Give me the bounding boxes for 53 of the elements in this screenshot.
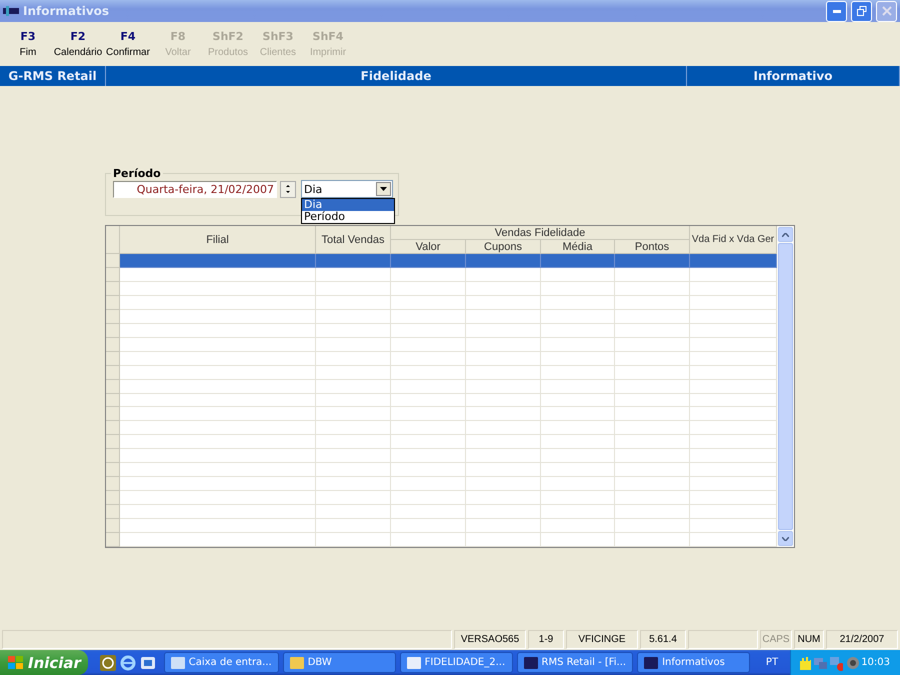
scroll-up-icon[interactable] bbox=[782, 232, 789, 236]
toolbar-button[interactable]: F3 Fim bbox=[3, 30, 53, 66]
column-group-header: Vendas Fidelidade bbox=[391, 226, 690, 240]
status-panel: 1-9 bbox=[528, 630, 564, 649]
date-field[interactable]: Quarta-feira, 21/02/2007 bbox=[113, 180, 277, 198]
taskbar-button[interactable]: Informativos bbox=[637, 652, 750, 673]
status-panel: CAPS bbox=[760, 630, 792, 649]
app-icon bbox=[644, 656, 658, 668]
header-label: Fidelidade bbox=[106, 66, 687, 86]
taskbar-button[interactable]: FIDELIDADE_2... bbox=[400, 652, 513, 673]
scroll-down-icon[interactable] bbox=[782, 536, 789, 540]
flag-logo-icon bbox=[8, 656, 24, 670]
clock-icon[interactable] bbox=[100, 654, 116, 670]
status-panel: VERSAO565 bbox=[454, 630, 526, 649]
status-panel: NUM bbox=[794, 630, 824, 649]
start-button[interactable]: Iniciar bbox=[0, 650, 88, 675]
group-title: Período bbox=[112, 167, 162, 180]
toolbar-button[interactable]: F2 Calendário bbox=[53, 30, 103, 66]
restore-button[interactable] bbox=[851, 0, 872, 22]
close-icon bbox=[882, 6, 892, 16]
toolbar-button[interactable]: F4 Confirmar bbox=[103, 30, 153, 66]
app-logo-icon bbox=[3, 6, 19, 16]
taskbar-button[interactable]: Caixa de entra... bbox=[164, 652, 279, 673]
table-row[interactable] bbox=[106, 533, 777, 548]
header-label: Informativo bbox=[687, 66, 900, 86]
status-panel: 5.61.4 bbox=[640, 630, 686, 649]
restore-icon bbox=[856, 6, 866, 16]
speaker-icon bbox=[845, 654, 860, 670]
status-panel bbox=[688, 630, 758, 649]
app-icon bbox=[290, 656, 304, 668]
window-title: Informativos bbox=[23, 4, 110, 18]
table-row[interactable] bbox=[106, 254, 777, 268]
close-button[interactable] bbox=[876, 0, 897, 22]
status-panel: VFICINGE bbox=[566, 630, 638, 649]
app-icon bbox=[524, 656, 538, 668]
minimize-button[interactable] bbox=[826, 0, 847, 22]
taskbar-button[interactable]: DBW bbox=[282, 652, 396, 673]
minimize-icon bbox=[832, 10, 840, 12]
header-label: G-RMS Retail bbox=[0, 66, 106, 86]
vertical-scrollbar[interactable] bbox=[777, 226, 794, 547]
taskbar-button[interactable]: RMS Retail - [Fi... bbox=[516, 652, 634, 673]
language-indicator[interactable]: PT bbox=[754, 657, 790, 668]
table-row[interactable] bbox=[106, 268, 777, 282]
status-panel: 21/2/2007 bbox=[826, 630, 898, 649]
dropdown-option[interactable]: Dia bbox=[302, 199, 394, 211]
hand-icon bbox=[797, 654, 812, 670]
mail-icon[interactable] bbox=[140, 654, 156, 670]
clock-time: 10:03 bbox=[861, 657, 892, 668]
app-icon bbox=[406, 656, 421, 668]
spinner-control[interactable] bbox=[280, 180, 296, 198]
browser-icon[interactable] bbox=[120, 654, 136, 670]
network-error-icon bbox=[829, 654, 844, 670]
app-icon bbox=[170, 656, 185, 668]
